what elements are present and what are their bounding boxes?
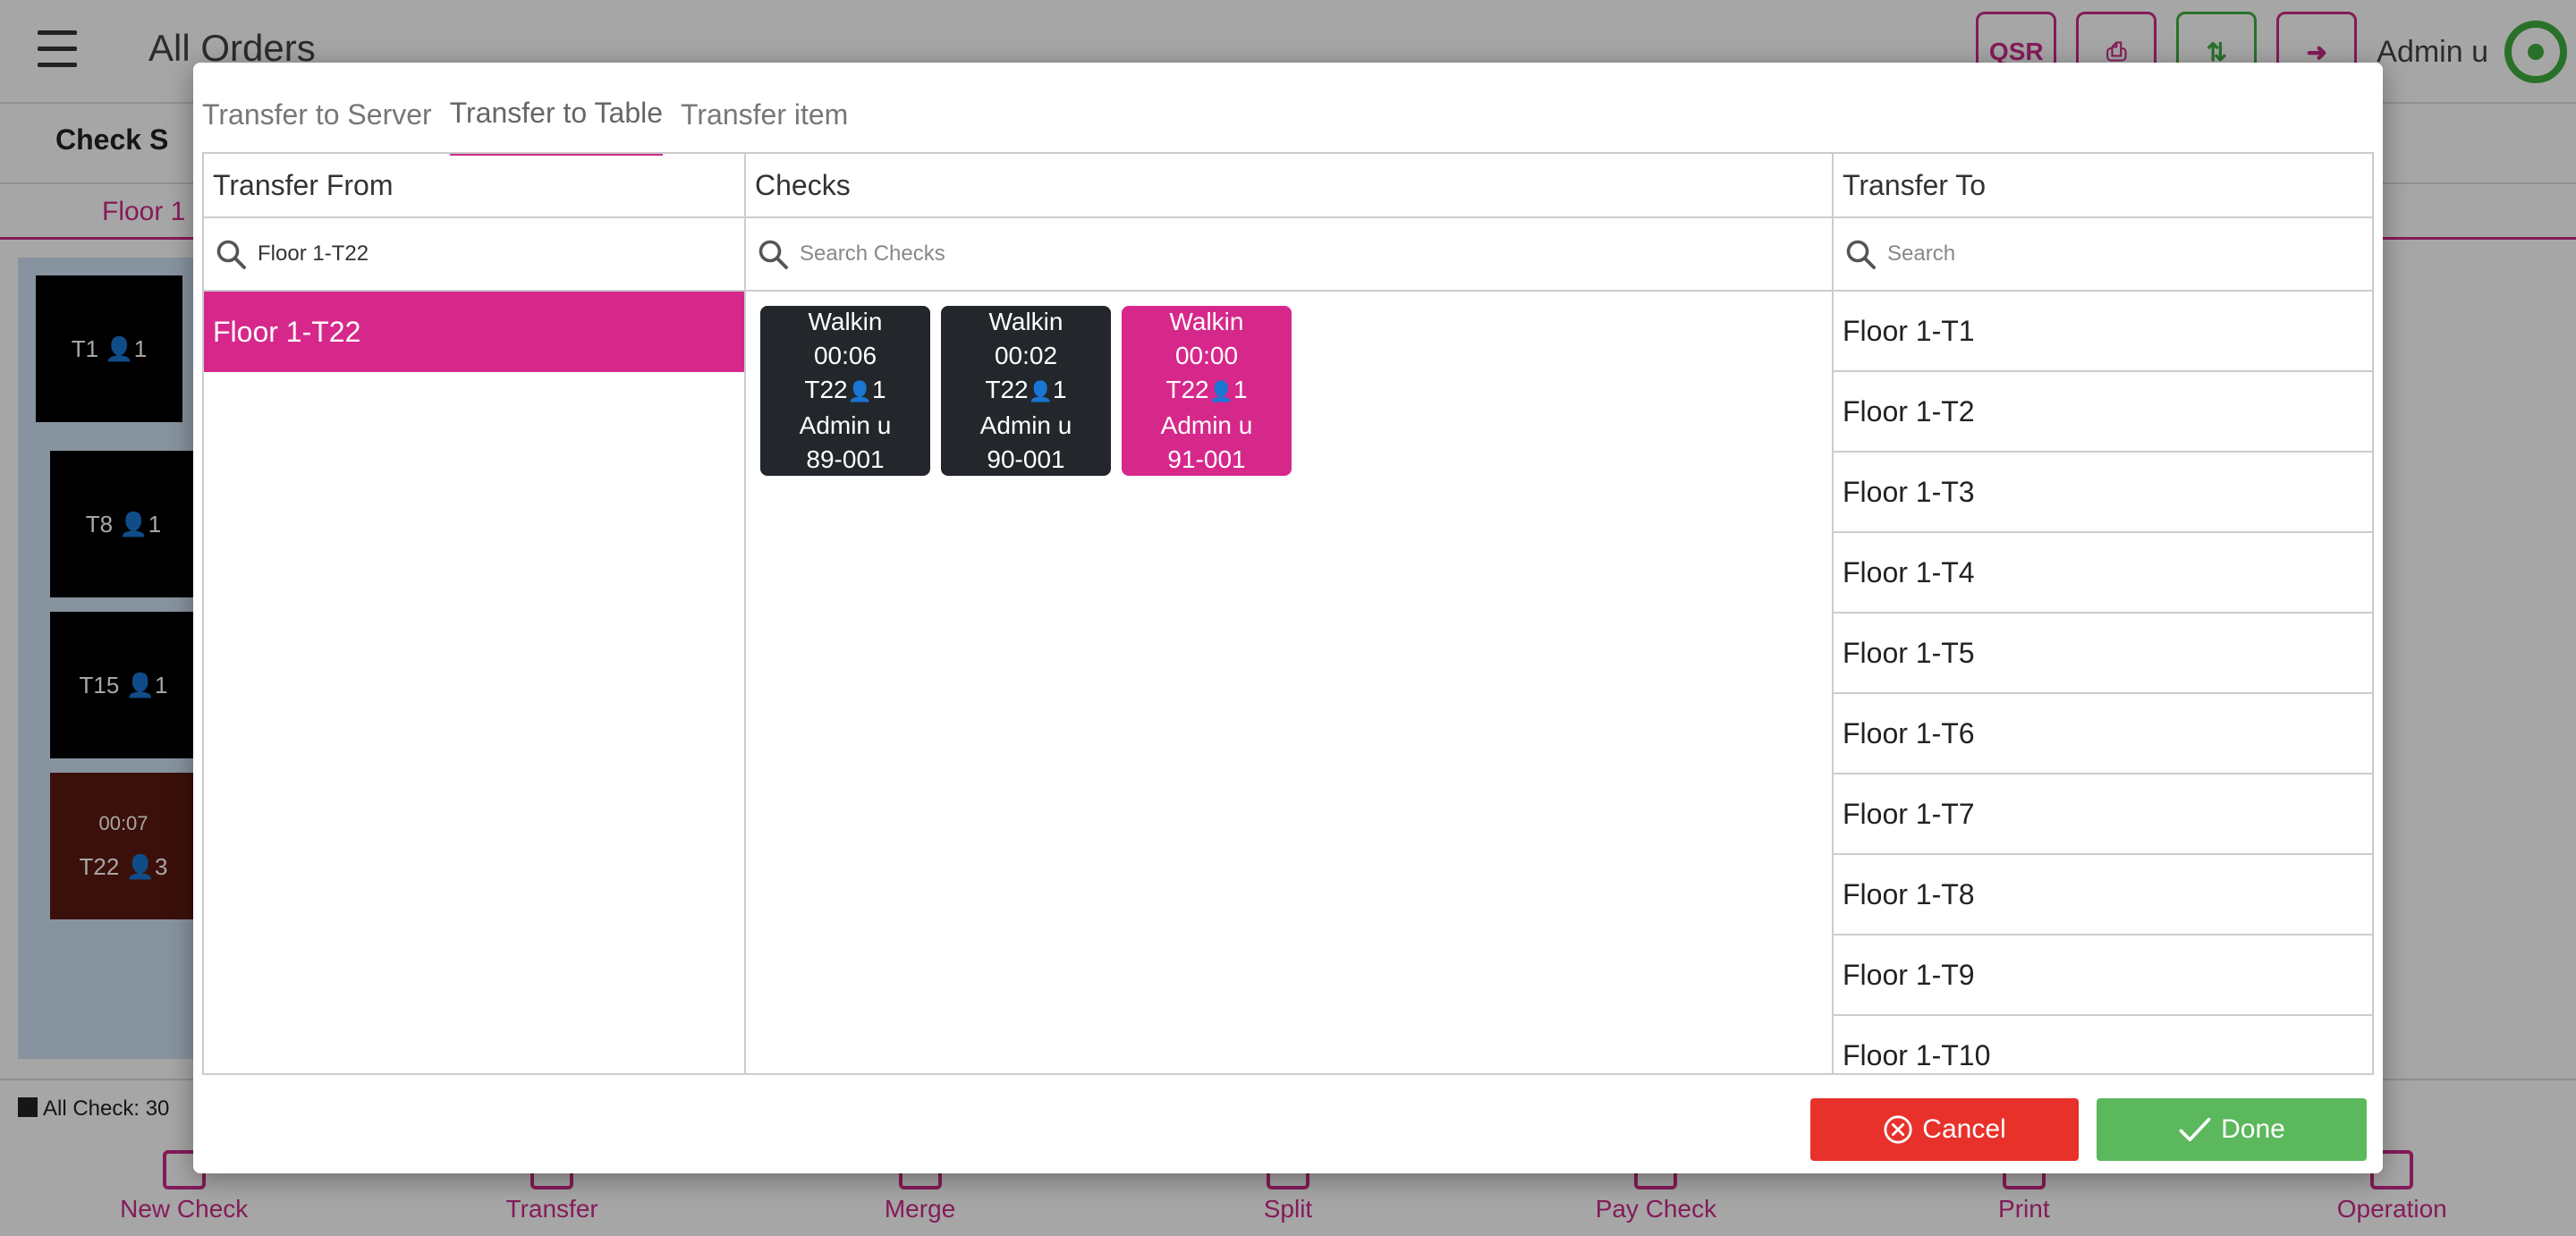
list-item-floor-1-t10[interactable]: Floor 1-T10 [1834,1016,2372,1073]
check-table: T22👤1 [985,373,1066,409]
check-card[interactable]: Walkin 00:02 T22👤1 Admin u 90-001 [941,306,1111,476]
checks-header: Checks [746,154,1832,218]
checks-search [746,218,1832,292]
list-item-floor-1-t8[interactable]: Floor 1-T8 [1834,855,2372,935]
list-item-floor-1-t5[interactable]: Floor 1-T5 [1834,614,2372,694]
transfer-to-search [1834,218,2372,292]
list-item-floor-1-t1[interactable]: Floor 1-T1 [1834,292,2372,372]
check-server: Admin u [799,411,892,439]
list-item-floor-1-t9[interactable]: Floor 1-T9 [1834,935,2372,1016]
check-guests: 1 [1053,376,1067,403]
transfer-modal: Transfer to Server Transfer to Table Tra… [193,63,2383,1173]
transfer-panels: Transfer From Floor 1-T22 Checks Walkin … [202,152,2374,1075]
checks-panel: Checks Walkin 00:06 T22👤1 Admin u 89-001… [746,154,1834,1073]
transfer-to-search-input[interactable] [1887,241,2372,267]
check-table-label: T22 [1165,376,1209,403]
check-guests: 1 [872,376,886,403]
tab-transfer-to-server[interactable]: Transfer to Server [202,86,432,156]
search-icon [1846,240,1876,269]
check-number: 89-001 [806,445,885,473]
transfer-to-panel: Transfer To Floor 1-T1 Floor 1-T2 Floor … [1834,154,2372,1073]
check-type: Walkin [988,308,1063,335]
list-item-floor-1-t7[interactable]: Floor 1-T7 [1834,775,2372,855]
transfer-from-panel: Transfer From Floor 1-T22 [204,154,746,1073]
cancel-button[interactable]: Cancel [1810,1098,2079,1161]
check-time: 00:00 [1174,342,1239,369]
checks-list: Walkin 00:06 T22👤1 Admin u 89-001 Walkin… [746,292,1832,1073]
check-number: 91-001 [1167,445,1246,473]
check-type: Walkin [1169,308,1244,335]
person-icon: 👤 [1208,380,1234,402]
transfer-to-list: Floor 1-T1 Floor 1-T2 Floor 1-T3 Floor 1… [1834,292,2372,1073]
person-icon: 👤 [1028,380,1054,402]
check-table-label: T22 [804,376,848,403]
list-item-floor-1-t6[interactable]: Floor 1-T6 [1834,694,2372,775]
person-icon: 👤 [847,380,873,402]
check-time: 00:06 [813,342,877,369]
transfer-from-search [204,218,744,292]
check-table: T22👤1 [804,373,886,409]
list-item-floor-1-t22[interactable]: Floor 1-T22 [204,292,744,372]
tab-transfer-to-table[interactable]: Transfer to Table [449,86,664,156]
close-circle-icon [1884,1115,1912,1144]
check-type: Walkin [808,308,883,335]
check-server: Admin u [1160,411,1253,439]
transfer-from-search-input[interactable] [258,241,744,267]
transfer-from-header: Transfer From [204,154,744,218]
check-time: 00:02 [994,342,1058,369]
search-icon [216,240,246,269]
check-number: 90-001 [987,445,1065,473]
check-guests: 1 [1233,376,1248,403]
done-button[interactable]: Done [2097,1098,2367,1161]
list-item-floor-1-t2[interactable]: Floor 1-T2 [1834,372,2372,453]
cancel-label: Cancel [1922,1114,2006,1144]
tab-transfer-item[interactable]: Transfer item [681,86,848,156]
check-card-selected[interactable]: Walkin 00:00 T22👤1 Admin u 91-001 [1122,306,1292,476]
transfer-from-list: Floor 1-T22 [204,292,744,1073]
modal-footer: Cancel Done [193,1075,2383,1173]
check-table-label: T22 [985,376,1029,403]
done-label: Done [2221,1114,2285,1144]
check-card[interactable]: Walkin 00:06 T22👤1 Admin u 89-001 [760,306,930,476]
search-icon [758,240,788,269]
check-table: T22👤1 [1165,373,1247,409]
checks-search-input[interactable] [800,241,1832,267]
list-item-floor-1-t3[interactable]: Floor 1-T3 [1834,453,2372,533]
transfer-to-header: Transfer To [1834,154,2372,218]
checkmark-icon [2179,1117,2211,1142]
check-server: Admin u [979,411,1072,439]
list-item-floor-1-t4[interactable]: Floor 1-T4 [1834,533,2372,614]
